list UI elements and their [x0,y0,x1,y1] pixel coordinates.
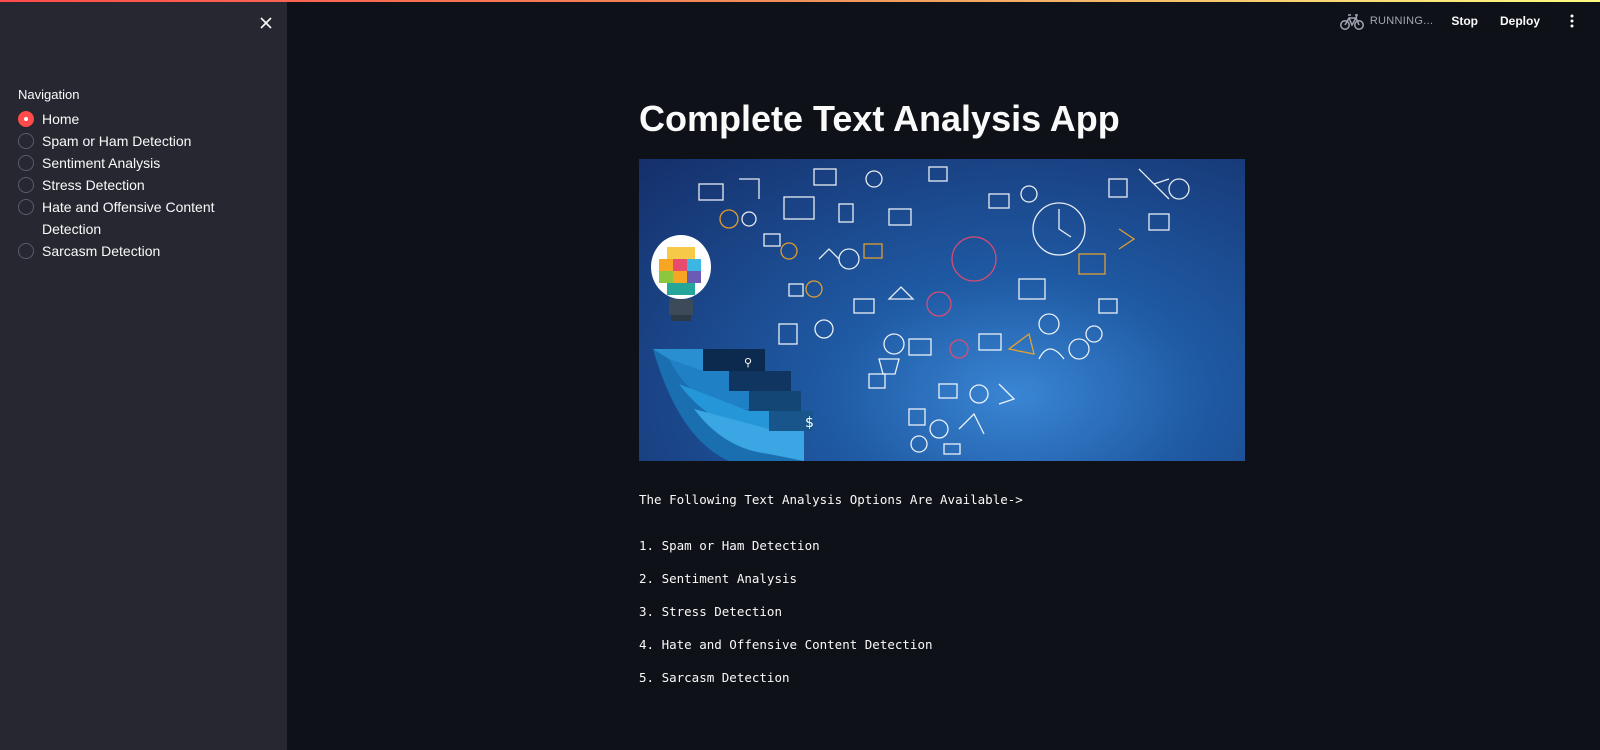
option-list-item: 1. Spam or Ham Detection [639,538,820,553]
navigation-radio-group: Home Spam or Ham Detection Sentiment Ana… [18,108,258,262]
option-list-item: 5. Sarcasm Detection [639,670,790,685]
radio-button-icon[interactable] [18,243,34,259]
radio-button-icon[interactable] [18,133,34,149]
top-decoration-bar [0,0,1600,2]
nav-option-label: Hate and Offensive Content Detection [42,199,215,237]
svg-text:$: $ [805,415,814,431]
bicycle-icon [1339,14,1364,30]
svg-text:⚲: ⚲ [744,356,752,369]
page-title: Complete Text Analysis App [639,98,1120,139]
nav-option-sarcasm[interactable]: Sarcasm Detection [18,240,258,262]
radio-button-icon[interactable] [18,177,34,193]
nav-option-stress[interactable]: Stress Detection [18,174,258,196]
nav-option-label: Stress Detection [42,177,145,193]
deploy-button[interactable]: Deploy [1500,14,1540,28]
nav-option-label: Spam or Ham Detection [42,133,192,149]
app-header: RUNNING... Stop Deploy [1339,8,1600,34]
option-list-item: 4. Hate and Offensive Content Detection [639,637,933,652]
stop-button[interactable]: Stop [1451,14,1478,28]
option-list-item: 3. Stress Detection [639,604,782,619]
radio-button-icon[interactable] [18,199,34,215]
radio-button-icon[interactable] [18,111,34,127]
nav-option-label: Sarcasm Detection [42,243,161,259]
main-menu-button[interactable] [1562,14,1582,28]
options-intro: The Following Text Analysis Options Are … [639,492,1023,507]
running-status-label: RUNNING... [1369,15,1434,27]
navigation-label: Navigation [18,87,80,102]
nav-option-hate-offensive[interactable]: Hate and Offensive Content Detection [18,196,258,240]
kebab-menu-icon [1570,14,1574,28]
running-status: RUNNING... [1339,11,1434,31]
nav-option-spam-ham[interactable]: Spam or Ham Detection [18,130,258,152]
radio-button-icon[interactable] [18,155,34,171]
nav-option-sentiment[interactable]: Sentiment Analysis [18,152,258,174]
close-icon [260,17,272,29]
option-list-item: 2. Sentiment Analysis [639,571,798,586]
nav-option-label: Home [42,111,80,127]
lightbulb-illustration: ⚲ $ [651,166,1190,461]
close-sidebar-button[interactable] [255,12,277,34]
sidebar: Navigation Home Spam or Ham Detection Se… [0,0,287,750]
nav-option-home[interactable]: Home [18,108,258,130]
nav-option-label: Sentiment Analysis [42,155,161,171]
hero-image: ⚲ $ [639,159,1245,461]
